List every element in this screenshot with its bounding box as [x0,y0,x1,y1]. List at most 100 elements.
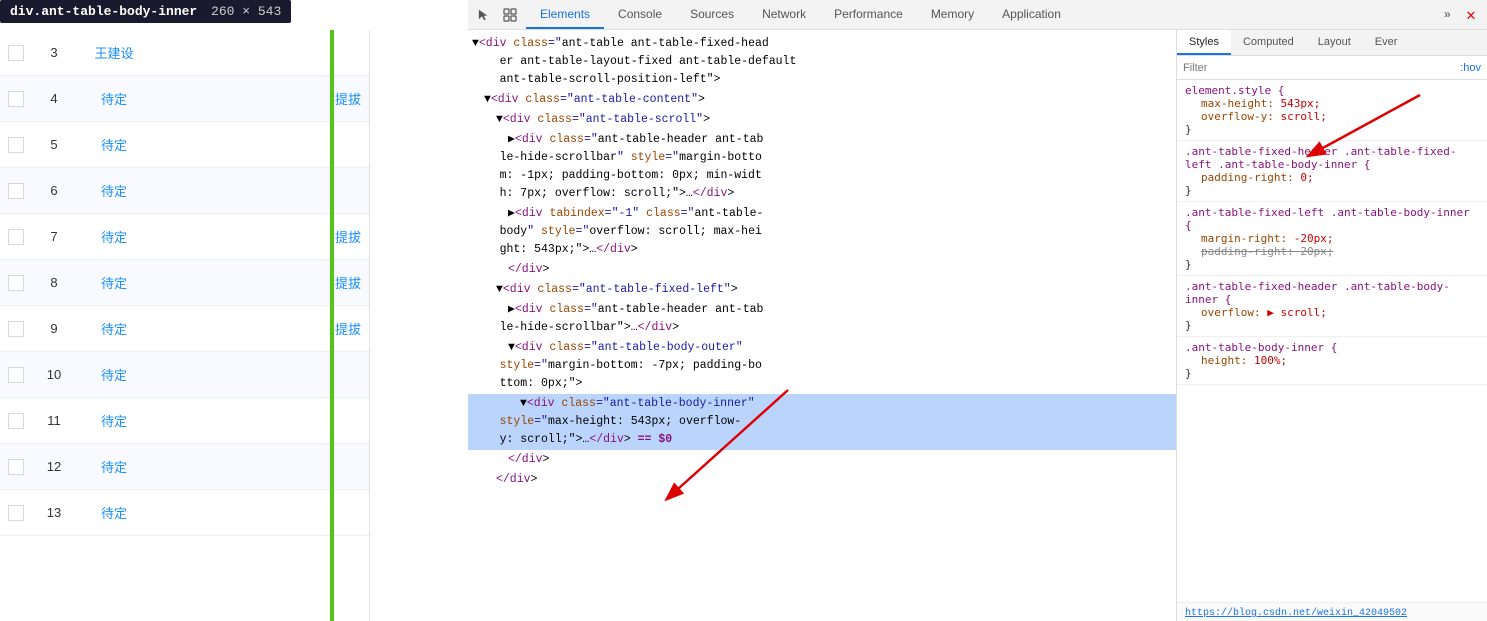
tab-sources[interactable]: Sources [676,0,748,29]
row-name[interactable]: 王建设 [74,43,154,62]
dom-line[interactable]: ▶<div class="ant-table-header ant-tab le… [468,130,1176,204]
row-checkbox[interactable] [8,45,24,61]
row-name[interactable]: 待定 [74,319,154,338]
table-row: 7 待定 提拔 [0,214,369,260]
devtools-panel: Elements Console Sources Network Perform… [468,0,1487,621]
style-brace: } [1185,367,1479,380]
dom-line[interactable]: ▼<div class="ant-table-content"> [468,90,1176,110]
style-selector: .ant-table-fixed-header .ant-table-fixed… [1185,145,1479,171]
dom-line[interactable]: ▼<div class="ant-table-body-inner" style… [468,394,1176,450]
row-number: 5 [34,137,74,152]
dom-line[interactable]: ▶<div class="ant-table-header ant-tab le… [468,300,1176,338]
row-action[interactable]: 提拔 [335,227,361,246]
style-selector: .ant-table-fixed-left .ant-table-body-in… [1185,206,1479,232]
table-row: 10 待定 [0,352,369,398]
row-number: 10 [34,367,74,382]
style-block: .ant-table-fixed-header .ant-table-fixed… [1177,141,1487,202]
table-row: 4 待定 提拔 [0,76,369,122]
tab-application[interactable]: Application [988,0,1075,29]
row-checkbox[interactable] [8,91,24,107]
row-number: 8 [34,275,74,290]
dom-line[interactable]: ▼<div class="ant-table-fixed-left"> [468,280,1176,300]
row-number: 13 [34,505,74,520]
style-selector: .ant-table-body-inner { [1185,341,1479,354]
row-name[interactable]: 待定 [74,365,154,384]
row-checkbox[interactable] [8,413,24,429]
row-checkbox[interactable] [8,183,24,199]
row-name[interactable]: 待定 [74,457,154,476]
row-checkbox[interactable] [8,321,24,337]
cursor-icon[interactable] [472,3,496,27]
tab-computed[interactable]: Computed [1231,30,1306,55]
tab-event-listeners[interactable]: Ever [1363,30,1410,55]
table-row: 3 王建设 [0,30,369,76]
table-row: 13 待定 [0,490,369,536]
row-checkbox[interactable] [8,229,24,245]
table-row: 8 待定 提拔 [0,260,369,306]
row-checkbox[interactable] [8,459,24,475]
row-name[interactable]: 待定 [74,181,154,200]
table-row: 11 待定 [0,398,369,444]
style-selector: element.style { [1185,84,1479,97]
devtools-topbar: Elements Console Sources Network Perform… [468,0,1487,30]
tab-styles[interactable]: Styles [1177,30,1231,55]
close-devtools-button[interactable]: ✕ [1459,3,1483,27]
style-property: overflow: ▶ scroll; [1185,306,1479,319]
row-action[interactable]: 提拔 [335,319,361,338]
style-block: .ant-table-body-inner {height: 100%;} [1177,337,1487,385]
row-number: 3 [34,45,74,60]
row-checkbox[interactable] [8,275,24,291]
row-name[interactable]: 待定 [74,227,154,246]
tab-console[interactable]: Console [604,0,676,29]
style-block: .ant-table-fixed-left .ant-table-body-in… [1177,202,1487,276]
tab-network[interactable]: Network [748,0,820,29]
style-property: max-height: 543px; [1185,97,1479,110]
row-checkbox[interactable] [8,137,24,153]
tab-performance[interactable]: Performance [820,0,917,29]
tab-layout[interactable]: Layout [1306,30,1363,55]
inspect-icon[interactable] [498,3,522,27]
styles-tabs: Styles Computed Layout Ever [1177,30,1487,56]
row-number: 6 [34,183,74,198]
devtools-tabs: Elements Console Sources Network Perform… [526,0,1436,29]
style-brace: } [1185,319,1479,332]
dom-panel[interactable]: ▼<div class="ant-table ant-table-fixed-h… [468,30,1177,621]
row-name[interactable]: 待定 [74,273,154,292]
row-name[interactable]: 待定 [74,135,154,154]
row-checkbox[interactable] [8,505,24,521]
dom-line[interactable]: </div> [468,470,1176,490]
tab-elements[interactable]: Elements [526,0,604,29]
dom-line[interactable]: ▼<div class="ant-table-scroll"> [468,110,1176,130]
row-number: 12 [34,459,74,474]
style-selector: .ant-table-fixed-header .ant-table-body-… [1185,280,1479,306]
row-action[interactable]: 提拔 [335,273,361,292]
style-brace: } [1185,123,1479,136]
row-number: 9 [34,321,74,336]
left-table-panel: 3 王建设 4 待定 提拔 5 待定 6 待定 7 待定 提拔 8 待定 提拔 … [0,30,370,621]
styles-filter-row: :hov [1177,56,1487,80]
style-block: element.style {max-height: 543px;overflo… [1177,80,1487,141]
row-action[interactable]: 提拔 [335,89,361,108]
dom-line[interactable]: ▶<div tabindex="-1" class="ant-table- bo… [468,204,1176,260]
row-checkbox[interactable] [8,367,24,383]
dom-content[interactable]: ▼<div class="ant-table ant-table-fixed-h… [468,30,1176,621]
styles-filter-input[interactable] [1183,62,1460,74]
style-property: margin-right: -20px; [1185,232,1479,245]
row-number: 11 [34,413,74,428]
filter-hov-button[interactable]: :hov [1460,62,1481,74]
tooltip-dimensions: 260 × 543 [211,4,281,19]
styles-panel: Styles Computed Layout Ever :hov element… [1177,30,1487,621]
table-row: 12 待定 [0,444,369,490]
dom-line[interactable]: ▼<div class="ant-table ant-table-fixed-h… [468,34,1176,90]
dom-line[interactable]: </div> [468,450,1176,470]
dom-line[interactable]: ▼<div class="ant-table-body-outer" style… [468,338,1176,394]
tab-memory[interactable]: Memory [917,0,988,29]
row-name[interactable]: 待定 [74,503,154,522]
table-row: 5 待定 [0,122,369,168]
source-url[interactable]: https://blog.csdn.net/weixin_42049502 [1185,608,1407,619]
row-name[interactable]: 待定 [74,411,154,430]
row-name[interactable]: 待定 [74,89,154,108]
more-tabs-button[interactable]: » [1436,8,1459,22]
dom-line[interactable]: </div> [468,260,1176,280]
devtools-body: ▼<div class="ant-table ant-table-fixed-h… [468,30,1487,621]
